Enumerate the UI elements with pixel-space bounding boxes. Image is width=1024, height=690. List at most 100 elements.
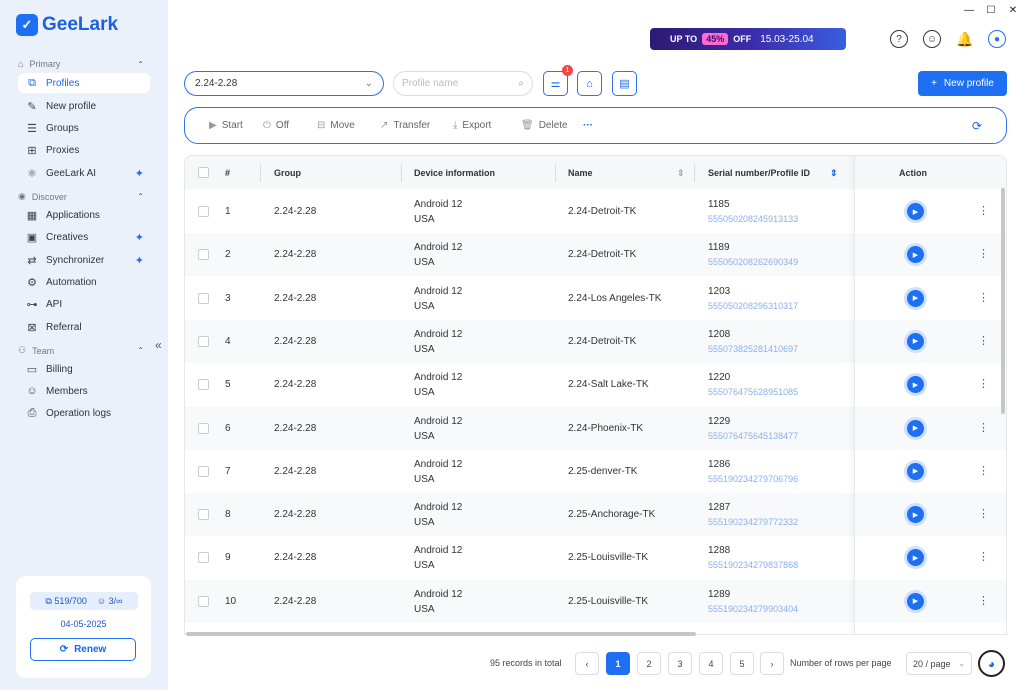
page-button[interactable]: 4: [699, 652, 723, 675]
sidebar-item-geelark-ai[interactable]: ⚛ GeeLark AI ✦: [18, 163, 150, 183]
select-all-checkbox[interactable]: [198, 167, 209, 178]
chevron-down-icon: ⌄: [364, 78, 373, 89]
row-num: 6: [225, 422, 231, 434]
promo-banner[interactable]: UP TO 45% OFF 15.03-25.04: [650, 28, 846, 50]
help-icon[interactable]: ?: [890, 30, 908, 48]
sidebar-item-applications[interactable]: ▦ Applications: [18, 205, 150, 225]
new-profile-button[interactable]: + New profile: [918, 71, 1007, 96]
section-team[interactable]: ⚇ Team ⌃: [18, 345, 144, 356]
header-name[interactable]: Name: [568, 168, 593, 178]
row-num: 4: [225, 335, 231, 347]
sidebar-item-members[interactable]: ☺ Members: [18, 381, 150, 401]
prev-page-button[interactable]: ‹: [575, 652, 599, 675]
row-profile-id[interactable]: 555073825281410697: [708, 344, 798, 354]
sidebar-item-api[interactable]: ⊶ API: [18, 294, 150, 314]
page-button[interactable]: 3: [668, 652, 692, 675]
row-os: Android 12: [414, 415, 463, 427]
delete-button[interactable]: 🗑 Delete: [521, 120, 568, 131]
sort-icon[interactable]: ⇕: [830, 168, 838, 179]
row-serial: 1289: [708, 588, 731, 600]
row-checkbox[interactable]: [198, 509, 209, 521]
building-icon: ⌂: [586, 77, 593, 90]
new-profile-label: New profile: [943, 78, 994, 89]
collapse-sidebar-icon[interactable]: «: [155, 338, 162, 352]
row-name: 2.24-Salt Lake-TK: [568, 379, 649, 391]
sidebar-item-automation[interactable]: ⚙ Automation: [18, 272, 150, 292]
move-button[interactable]: ⊟ Move: [317, 120, 355, 131]
close-icon[interactable]: ✕: [1002, 0, 1024, 20]
search-icon[interactable]: ⌕: [518, 78, 524, 89]
vertical-scrollbar[interactable]: [1001, 188, 1005, 414]
row-group: 2.24-2.28: [274, 422, 317, 434]
sidebar-item-proxies[interactable]: ⊞ Proxies: [18, 140, 150, 160]
minimize-icon[interactable]: —: [958, 0, 980, 20]
row-checkbox[interactable]: [198, 292, 209, 304]
next-page-button[interactable]: ›: [760, 652, 784, 675]
logs-icon: ⎙: [27, 406, 37, 419]
horizontal-scrollbar[interactable]: [186, 632, 696, 636]
row-checkbox[interactable]: [198, 206, 209, 217]
group-select[interactable]: 2.24-2.28 ⌄: [184, 71, 384, 96]
page-button[interactable]: 1: [606, 652, 630, 675]
header-serial[interactable]: Serial number/Profile ID: [708, 168, 810, 178]
more-actions-button[interactable]: ···: [583, 120, 593, 131]
bell-icon[interactable]: 🔔: [956, 30, 974, 48]
filter-icon: ⚌: [550, 78, 561, 90]
transfer-label: Transfer: [393, 120, 431, 131]
rows-per-page-select[interactable]: 20 / page ⌄: [906, 652, 972, 675]
apps-icon: ▦: [26, 209, 38, 222]
group-manage-button[interactable]: ⌂: [577, 71, 602, 96]
row-profile-id[interactable]: 555050208262690349: [708, 257, 798, 267]
assistant-bot-icon[interactable]: ◕: [978, 650, 1005, 677]
export-button[interactable]: ⤓ Export: [453, 120, 491, 131]
row-profile-id[interactable]: 555050208296310317: [708, 301, 798, 311]
proxy-icon: ⊞: [27, 144, 37, 157]
row-profile-id[interactable]: 555076475645138477: [708, 431, 798, 441]
sort-icon[interactable]: ⇕: [677, 168, 685, 179]
search-input[interactable]: [402, 78, 507, 89]
off-button[interactable]: ⏻ Off: [263, 120, 289, 131]
sidebar-item-synchronizer[interactable]: ⇄ Synchronizer ✦: [18, 250, 150, 270]
row-profile-id[interactable]: 555190234279837868: [708, 560, 798, 570]
sidebar-item-groups[interactable]: ☰ Groups: [18, 118, 150, 138]
sidebar-item-profiles[interactable]: ⧉ Profiles: [18, 73, 150, 93]
refresh-icon[interactable]: ⟳: [972, 119, 982, 133]
sidebar-item-label: Applications: [46, 209, 100, 221]
row-checkbox[interactable]: [198, 422, 209, 434]
row-profile-id[interactable]: 555190234279772332: [708, 517, 798, 527]
row-profile-id[interactable]: 555190234279903404: [708, 604, 798, 614]
sidebar-item-referral[interactable]: ⊠ Referral: [18, 317, 150, 337]
row-profile-id[interactable]: 555050208245913133: [708, 214, 798, 224]
promo-suffix: OFF: [733, 34, 752, 44]
sidebar-item-new-profile[interactable]: ✎ New profile: [18, 96, 150, 116]
row-checkbox[interactable]: [198, 335, 209, 347]
section-discover[interactable]: ◉ Discover ⌃: [18, 191, 144, 202]
app-logo[interactable]: ✓ GeeLark: [16, 14, 118, 36]
row-profile-id[interactable]: 555076475628951085: [708, 387, 798, 397]
sidebar-item-operation-logs[interactable]: ⎙ Operation logs: [18, 403, 150, 423]
support-icon[interactable]: ☺: [923, 30, 941, 48]
row-checkbox[interactable]: [198, 595, 209, 607]
sidebar-item-billing[interactable]: ▭ Billing: [18, 359, 150, 379]
sidebar-item-label: New profile: [46, 100, 97, 112]
row-checkbox[interactable]: [198, 465, 209, 477]
section-primary[interactable]: ⌂ Primary ⌃: [18, 59, 144, 69]
row-checkbox[interactable]: [198, 249, 209, 261]
page-button[interactable]: 2: [637, 652, 661, 675]
user-avatar-icon[interactable]: ●: [988, 30, 1006, 48]
maximize-icon[interactable]: ☐: [980, 0, 1002, 20]
row-checkbox[interactable]: [198, 552, 209, 564]
sidebar-item-label: API: [46, 298, 63, 310]
transfer-button[interactable]: ↗ Transfer: [380, 120, 430, 131]
page-button[interactable]: 5: [730, 652, 754, 675]
batch-edit-button[interactable]: ▤: [612, 71, 637, 96]
row-name: 2.25-denver-TK: [568, 465, 638, 477]
row-region: USA: [414, 343, 435, 355]
row-checkbox[interactable]: [198, 379, 209, 391]
row-profile-id[interactable]: 555190234279706796: [708, 474, 798, 484]
promo-dates: 15.03-25.04: [760, 33, 814, 45]
row-os: Android 12: [414, 458, 463, 470]
renew-button[interactable]: ⟳ Renew: [30, 638, 136, 661]
start-button[interactable]: ▶ Start: [209, 120, 243, 131]
sidebar-item-creatives[interactable]: ▣ Creatives ✦: [18, 227, 150, 247]
